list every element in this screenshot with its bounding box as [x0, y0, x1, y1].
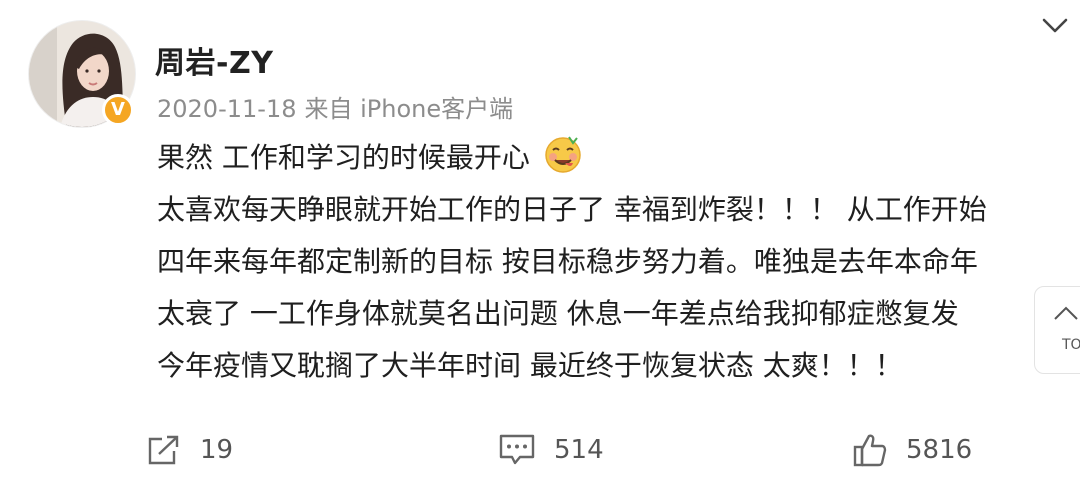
arrow-up-icon — [1054, 306, 1078, 320]
repost-button[interactable]: 19 — [146, 430, 233, 470]
content-line-5: 今年疫情又耽搁了大半年时间 最近终于恢复状态 太爽！！！ — [157, 349, 903, 382]
content-line-4: 太衰了 一工作身体就莫名出问题 休息一年差点给我抑郁症憋复发 — [157, 297, 959, 330]
comment-count: 514 — [554, 435, 604, 465]
repost-count: 19 — [200, 435, 234, 465]
post-date: 2020-11-18 — [157, 95, 297, 123]
avatar-wrapper[interactable]: V — [28, 20, 140, 132]
content-line-3: 四年来每年都定制新的目标 按目标稳步努力着。唯独是去年本命年 — [157, 245, 978, 278]
content-line-2: 太喜欢每天睁眼就开始工作的日子了 幸福到炸裂！！！ 从工作开始 — [157, 193, 987, 226]
post-content: 果然 工作和学习的时候最开心 太喜欢每天睁眼就开始工作的日子了 幸福到炸裂！！！… — [157, 132, 1057, 392]
post-source[interactable]: 来自 iPhone客户端 — [304, 95, 513, 123]
username[interactable]: 周岩-ZY — [155, 38, 273, 82]
scroll-to-top-label: TO — [1062, 337, 1080, 353]
content-text-1: 果然 工作和学习的时候最开心 — [157, 141, 530, 174]
like-count: 5816 — [906, 435, 973, 465]
comment-icon — [499, 434, 535, 465]
comment-button[interactable]: 514 — [498, 430, 604, 470]
scroll-to-top-button[interactable]: TO — [1034, 286, 1080, 374]
action-bar: 19 514 5816 — [0, 430, 1080, 470]
more-options-chevron-icon[interactable] — [1040, 14, 1070, 38]
post-meta: 2020-11-18 来自 iPhone客户端 — [157, 89, 513, 124]
like-button[interactable]: 5816 — [852, 430, 972, 470]
content-line-1: 果然 工作和学习的时候最开心 — [157, 132, 1057, 184]
share-icon — [148, 435, 179, 465]
verified-badge: V — [102, 94, 134, 126]
thumbs-up-icon — [853, 434, 887, 467]
